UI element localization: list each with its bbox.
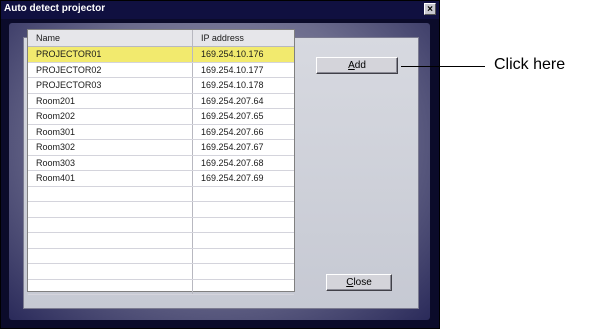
list-row[interactable]: PROJECTOR01 169.254.10.176 — [28, 47, 294, 63]
row-name: Room302 — [28, 140, 193, 155]
row-name — [28, 264, 193, 279]
list-row[interactable] — [28, 217, 294, 233]
row-ip-address — [193, 187, 294, 202]
projector-list[interactable]: Name IP address PROJECTOR01 169.254.10.17… — [27, 29, 295, 295]
row-name — [28, 279, 193, 294]
row-ip-address — [193, 264, 294, 279]
column-header-ip-address[interactable]: IP address — [193, 30, 294, 46]
row-name — [28, 186, 193, 201]
close-window-icon[interactable]: × — [424, 3, 436, 15]
list-row[interactable] — [28, 233, 294, 249]
window-title: Auto detect projector — [4, 3, 106, 14]
row-name — [28, 217, 193, 232]
list-row[interactable]: PROJECTOR02 169.254.10.177 — [28, 62, 294, 78]
list-row[interactable] — [28, 264, 294, 280]
row-ip-address: 169.254.207.65 — [201, 111, 264, 121]
row-name: Room202 — [28, 109, 193, 124]
list-row[interactable] — [28, 248, 294, 264]
list-row[interactable]: PROJECTOR03 169.254.10.178 — [28, 78, 294, 94]
list-row[interactable]: Room303 169.254.207.68 — [28, 155, 294, 171]
list-row[interactable]: Room202 169.254.207.65 — [28, 109, 294, 125]
list-row[interactable]: Room302 169.254.207.67 — [28, 140, 294, 156]
row-name: PROJECTOR02 — [28, 62, 193, 77]
row-name — [28, 248, 193, 263]
row-ip-address: 169.254.207.68 — [201, 157, 264, 168]
row-ip-address: 169.254.207.66 — [201, 126, 264, 137]
add-button[interactable]: Add — [316, 57, 398, 74]
title-bar[interactable]: Auto detect projector × — [1, 1, 439, 19]
column-header-name[interactable]: Name — [28, 30, 193, 46]
callout-line — [401, 66, 485, 67]
row-name: PROJECTOR01 — [28, 47, 193, 62]
list-row[interactable]: Room301 169.254.207.66 — [28, 124, 294, 140]
row-ip-address: 169.254.207.69 — [201, 173, 264, 183]
row-ip-address: 169.254.207.64 — [201, 95, 264, 106]
row-ip-address: 169.254.10.176 — [201, 49, 264, 59]
row-name: Room303 — [28, 155, 193, 170]
list-header: Name IP address — [28, 30, 294, 47]
list-row[interactable] — [28, 186, 294, 202]
row-ip-address — [193, 280, 294, 295]
list-row[interactable]: Room401 169.254.207.69 — [28, 171, 294, 187]
row-ip-address: 169.254.207.67 — [201, 142, 264, 152]
close-button[interactable]: Close — [326, 274, 392, 291]
row-ip-address — [193, 233, 294, 248]
list-row[interactable] — [28, 279, 294, 295]
list-rows: PROJECTOR01 169.254.10.176 PROJECTOR02 169.… — [28, 47, 294, 295]
row-ip-address — [193, 202, 294, 217]
list-row[interactable]: Room201 169.254.207.64 — [28, 93, 294, 109]
row-name: Room401 — [28, 171, 193, 186]
row-name: Room201 — [28, 93, 193, 108]
callout-text: Click here — [494, 56, 566, 73]
row-ip-address: 169.254.10.177 — [201, 64, 264, 75]
list-row[interactable] — [28, 202, 294, 218]
row-name — [28, 202, 193, 217]
row-name — [28, 233, 193, 248]
row-name: PROJECTOR03 — [28, 78, 193, 93]
row-ip-address — [193, 218, 294, 233]
row-ip-address — [193, 249, 294, 264]
row-ip-address: 169.254.10.178 — [201, 80, 264, 90]
row-name: Room301 — [28, 124, 193, 139]
